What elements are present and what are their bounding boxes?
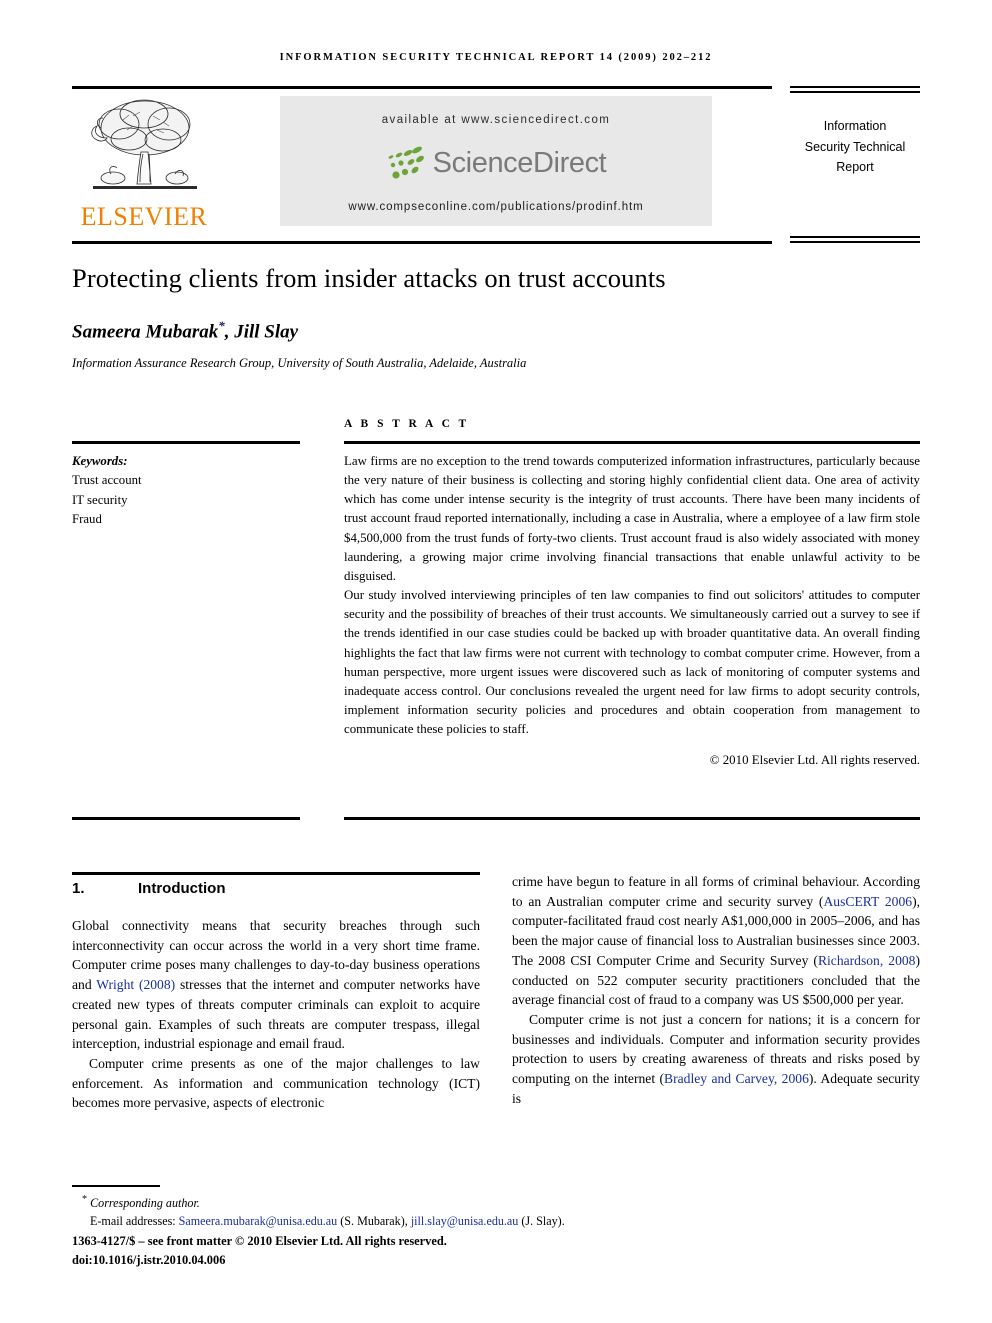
citation-link[interactable]: AusCERT 2006 (823, 894, 912, 909)
abstract-text: Law firms are no exception to the trend … (344, 452, 920, 771)
citation-link[interactable]: Richardson, 2008 (818, 953, 916, 968)
email-label: E-mail addresses: (90, 1214, 176, 1229)
masthead-bottom-rule (72, 241, 772, 244)
author-names-rest: , Jill Slay (224, 321, 299, 343)
section-number: 1. (72, 880, 85, 897)
corresponding-marker: * (82, 1194, 88, 1205)
abstract-bottom-rule (344, 817, 920, 820)
front-matter-note: 1363-4127/$ – see front matter © 2010 El… (72, 1234, 447, 1249)
body-paragraph: crime have begun to feature in all forms… (512, 874, 920, 1008)
journal-box-top-rule-inner (790, 91, 920, 93)
abstract-paragraph: Our study involved interviewing principl… (344, 588, 920, 737)
sciencedirect-leaf-icon (388, 146, 424, 179)
body-paragraph: Global connectivity means that security … (72, 918, 481, 1052)
email-link-slay[interactable]: jill.slay@unisa.edu.au (411, 1214, 519, 1228)
journal-title-line-2: Security Technical (804, 139, 906, 154)
sciencedirect-wordmark: ScienceDirect (432, 146, 607, 179)
journal-homepage-url: www.compseconline.com/publications/prodi… (348, 201, 644, 213)
citation-link[interactable]: Wright (2008) (96, 977, 175, 992)
email-owner-slay: (J. Slay). (521, 1214, 565, 1229)
corresponding-text: Corresponding author. (90, 1196, 200, 1211)
journal-masthead: ELSEVIER available at www.sciencedirect.… (72, 86, 920, 244)
sciencedirect-banner: available at www.sciencedirect.com Scien… (280, 96, 712, 226)
journal-title-line-1: Information (823, 119, 887, 133)
corresponding-author-note: * Corresponding author. (72, 1192, 920, 1212)
keyword-item: Fraud (72, 512, 102, 527)
body-column-left: Global connectivity means that security … (72, 916, 480, 1113)
author-affiliation: Information Assurance Research Group, Un… (72, 356, 527, 370)
footnote-block: * Corresponding author. E-mail addresses… (72, 1192, 920, 1270)
email-link-mubarak[interactable]: Sameera.mubarak@unisa.edu.au (179, 1214, 338, 1228)
abstract-paragraph: Law firms are no exception to the trend … (344, 454, 920, 583)
section-title: Introduction (138, 880, 226, 897)
article-title: Protecting clients from insider attacks … (72, 263, 666, 293)
keywords-top-rule (72, 441, 300, 444)
abstract-copyright: © 2010 Elsevier Ltd. All rights reserved… (709, 753, 920, 768)
elsevier-wordmark: ELSEVIER (80, 202, 208, 231)
section-heading: 1. Introduction (72, 880, 480, 897)
masthead-top-rule (72, 86, 772, 89)
author-names: Sameera Mubarak (72, 321, 219, 343)
elsevier-logo: ELSEVIER (74, 94, 214, 239)
body-paragraph: Computer crime is not just a concern for… (512, 1011, 920, 1106)
sciencedirect-logo: ScienceDirect (280, 146, 712, 180)
keyword-item: IT security (72, 492, 128, 507)
journal-box-bottom-rule-inner (790, 236, 920, 238)
journal-title-box: Information Security Technical Report (790, 116, 920, 178)
article-page: INFORMATION SECURITY TECHNICAL REPORT 14… (0, 0, 992, 1323)
author-list: Sameera Mubarak*, Jill Slay (72, 318, 932, 343)
abstract-heading: A B S T R A C T (344, 418, 470, 430)
available-at-text: available at www.sciencedirect.com (381, 114, 611, 126)
section-rule (72, 872, 480, 875)
footnote-rule (72, 1185, 160, 1187)
email-addresses-note: E-mail addresses: Sameera.mubarak@unisa.… (72, 1212, 920, 1230)
keyword-item: Trust account (72, 473, 142, 488)
keywords-label: Keywords: (72, 454, 128, 468)
running-head: INFORMATION SECURITY TECHNICAL REPORT 14… (279, 52, 713, 63)
abstract-top-rule (344, 441, 920, 444)
body-column-right: crime have begun to feature in all forms… (512, 872, 920, 1108)
journal-box-bottom-rule-outer (790, 241, 920, 243)
keywords-bottom-rule (72, 817, 300, 820)
citation-link[interactable]: Bradley and Carvey, 2006 (664, 1071, 809, 1086)
email-owner-mubarak: (S. Mubarak), (340, 1214, 408, 1229)
elsevier-tree-icon (91, 99, 197, 189)
journal-title-line-3: Report (836, 160, 874, 175)
journal-box-top-rule-outer (790, 86, 920, 88)
keywords-list: Keywords: Trust account IT security Frau… (72, 452, 300, 530)
body-paragraph: Computer crime presents as one of the ma… (72, 1055, 480, 1111)
doi-text: doi:10.1016/j.istr.2010.04.006 (72, 1252, 226, 1267)
